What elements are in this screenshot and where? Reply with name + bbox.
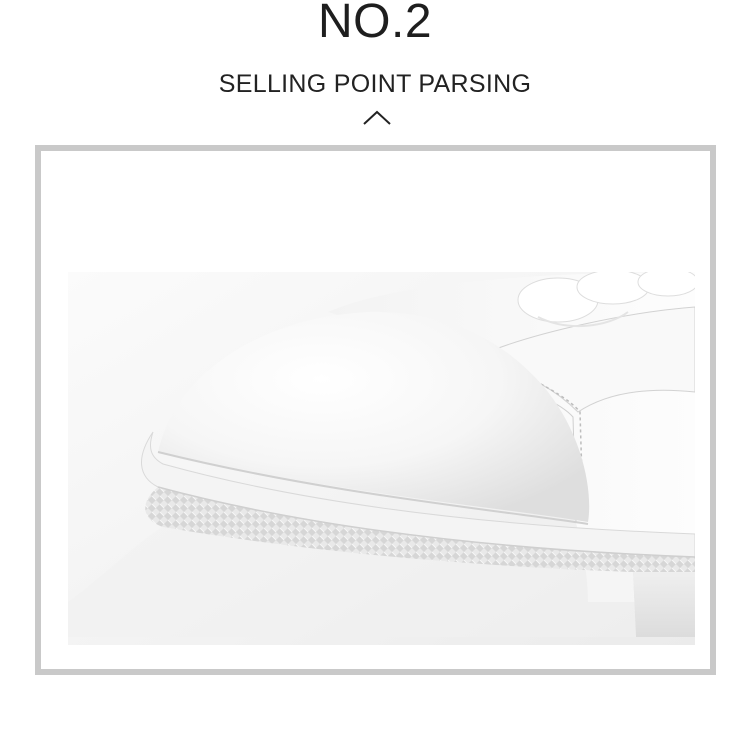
sneaker-toe-photo	[68, 272, 695, 645]
section-number: NO.2	[317, 0, 433, 48]
section-subtitle: SELLING POINT PARSING	[218, 70, 532, 98]
chevron-up-icon	[363, 110, 391, 125]
section-heading: NO.2 SELLING POINT PARSING	[0, 0, 750, 140]
photo-frame	[35, 145, 716, 675]
